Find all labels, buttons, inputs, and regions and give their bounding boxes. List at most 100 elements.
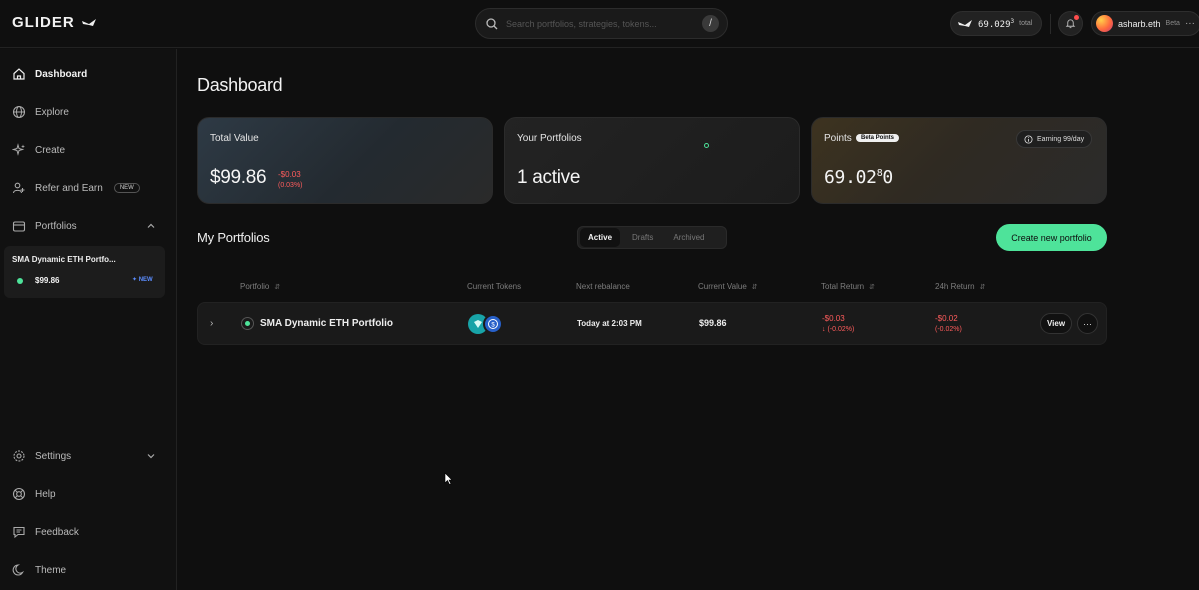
column-header-current-tokens: Current Tokens (467, 282, 522, 291)
more-options-button[interactable]: ··· (1077, 313, 1098, 334)
sidebar-portfolio-new-badge: ✦ NEW (132, 277, 153, 283)
sidebar-item-label: Portfolios (35, 220, 77, 232)
column-header-24h-return[interactable]: 24h Return ⇵ (935, 282, 985, 291)
sort-icon: ⇵ (869, 283, 876, 291)
wallet-icon (12, 221, 26, 232)
points-total-value: 69.0293 (978, 17, 1015, 30)
more-icon: ··· (1184, 18, 1195, 29)
sidebar-item-settings[interactable]: Settings (12, 449, 71, 463)
sidebar-item-label: Refer and Earn (35, 182, 103, 194)
total-value: $99.86 (210, 167, 267, 188)
search-bar[interactable]: / (475, 8, 728, 39)
sidebar-item-create[interactable]: Create (12, 143, 65, 157)
card-label: Your Portfolios (517, 133, 582, 144)
view-button[interactable]: View (1040, 313, 1072, 334)
user-beta-tag: Beta (1165, 20, 1180, 27)
beta-points-badge: Beta Points (856, 134, 900, 142)
sparkle-icon: ✦ (132, 277, 139, 283)
sidebar-item-refer-and-earn[interactable]: Refer and Earn NEW (12, 181, 140, 195)
info-icon (1024, 134, 1033, 144)
usdc-icon: $ (483, 314, 503, 334)
column-header-next-rebalance: Next rebalance (576, 282, 630, 291)
search-icon (486, 17, 498, 29)
user-menu[interactable]: asharb.eth Beta ··· (1091, 11, 1199, 36)
notification-dot (1074, 15, 1079, 20)
sidebar-item-dashboard[interactable]: Dashboard (12, 67, 87, 81)
active-portfolio-count: 1 active (517, 167, 581, 188)
points-total-pill[interactable]: 69.0293 total (950, 11, 1042, 36)
total-value-delta-pct: (0.03%) (278, 182, 303, 189)
sidebar-item-label: Dashboard (35, 68, 88, 80)
points-card: Points Beta Points Earning 99/day 69.028… (811, 117, 1107, 204)
portfolio-name[interactable]: SMA Dynamic ETH Portfolio (260, 318, 393, 329)
sidebar-item-label: Settings (35, 450, 72, 462)
chevron-down-icon[interactable] (146, 451, 156, 461)
sidebar-item-theme[interactable]: Theme (12, 563, 66, 577)
tab-drafts[interactable]: Drafts (624, 228, 661, 247)
avatar (1096, 15, 1113, 32)
notifications-button[interactable] (1058, 11, 1083, 36)
sidebar: Dashboard Explore Create Refer and Earn … (0, 49, 177, 590)
sort-icon: ⇵ (751, 283, 758, 291)
sidebar-item-label: Explore (35, 106, 69, 118)
points-total-suffix: total (1019, 20, 1033, 27)
tab-archived[interactable]: Archived (665, 228, 712, 247)
total-value-card: Total Value $99.86 -$0.03 (0.03%) (197, 117, 493, 204)
sidebar-item-label: Feedback (35, 526, 79, 538)
sparkles-icon (12, 143, 25, 156)
active-indicator-dot (704, 143, 709, 148)
sidebar-item-explore[interactable]: Explore (12, 105, 69, 119)
sidebar-portfolio-card[interactable]: SMA Dynamic ETH Portfo... $99.86 ✦ NEW (4, 246, 165, 298)
earning-rate-text: Earning 99/day (1037, 135, 1085, 143)
status-indicator (241, 317, 254, 330)
table-row[interactable]: › SMA Dynamic ETH Portfolio $ Today at 2… (197, 302, 1107, 345)
lifebuoy-icon (12, 487, 26, 501)
search-input[interactable] (506, 18, 702, 29)
card-label: Total Value (210, 133, 259, 144)
sidebar-item-help[interactable]: Help (12, 487, 56, 501)
current-value: $99.86 (699, 318, 727, 328)
sort-icon: ⇵ (979, 283, 986, 291)
username: asharb.eth (1118, 18, 1161, 29)
sidebar-item-feedback[interactable]: Feedback (12, 525, 79, 539)
logo[interactable]: GLIDER (12, 14, 97, 31)
total-value-delta: -$0.03 (278, 170, 301, 179)
globe-icon (12, 105, 26, 119)
search-shortcut-key: / (702, 15, 719, 32)
earning-rate-pill[interactable]: Earning 99/day (1016, 130, 1093, 148)
moon-icon (12, 564, 25, 576)
top-bar: GLIDER / 69.0293 total asharb.eth Beta ·… (0, 0, 1199, 48)
your-portfolios-card: Your Portfolios 1 active (504, 117, 800, 204)
portfolio-tabs: Active Drafts Archived (577, 226, 727, 249)
points-value: 69.0280 (824, 167, 893, 188)
column-header-total-return[interactable]: Total Return ⇵ (821, 282, 875, 291)
next-rebalance: Today at 2:03 PM (577, 319, 642, 328)
sidebar-item-label: Theme (35, 564, 67, 576)
users-icon (12, 182, 25, 194)
page-title: Dashboard (197, 75, 283, 95)
my-portfolios-title: My Portfolios (197, 230, 270, 245)
day-return: -$0.02 (-0.02%) (935, 314, 962, 333)
message-icon (13, 526, 25, 539)
create-new-portfolio-button[interactable]: Create new portfolio (996, 224, 1107, 251)
sidebar-item-label: Help (35, 488, 56, 500)
tab-active[interactable]: Active (580, 228, 621, 247)
sidebar-portfolio-name: SMA Dynamic ETH Portfo... (12, 255, 116, 264)
sidebar-item-portfolios[interactable]: Portfolios (12, 219, 77, 233)
gear-icon (13, 450, 25, 462)
svg-text:$: $ (491, 323, 495, 329)
mouse-cursor-icon (444, 472, 453, 485)
header-divider (1050, 14, 1051, 34)
column-header-portfolio[interactable]: Portfolio ⇵ (240, 282, 280, 291)
portfolio-status-dot (17, 278, 23, 284)
sidebar-item-label: Create (35, 144, 66, 156)
chevron-up-icon[interactable] (146, 221, 156, 231)
column-header-current-value[interactable]: Current Value ⇵ (698, 282, 758, 291)
logo-text: GLIDER (12, 14, 75, 31)
new-badge: NEW (113, 183, 140, 193)
card-label: Points (824, 133, 852, 144)
chevron-right-icon[interactable]: › (210, 318, 213, 329)
sort-icon: ⇵ (274, 283, 281, 291)
total-return: -$0.03 ↓ (-0.02%) (822, 314, 855, 333)
glider-bird-icon (81, 18, 96, 26)
